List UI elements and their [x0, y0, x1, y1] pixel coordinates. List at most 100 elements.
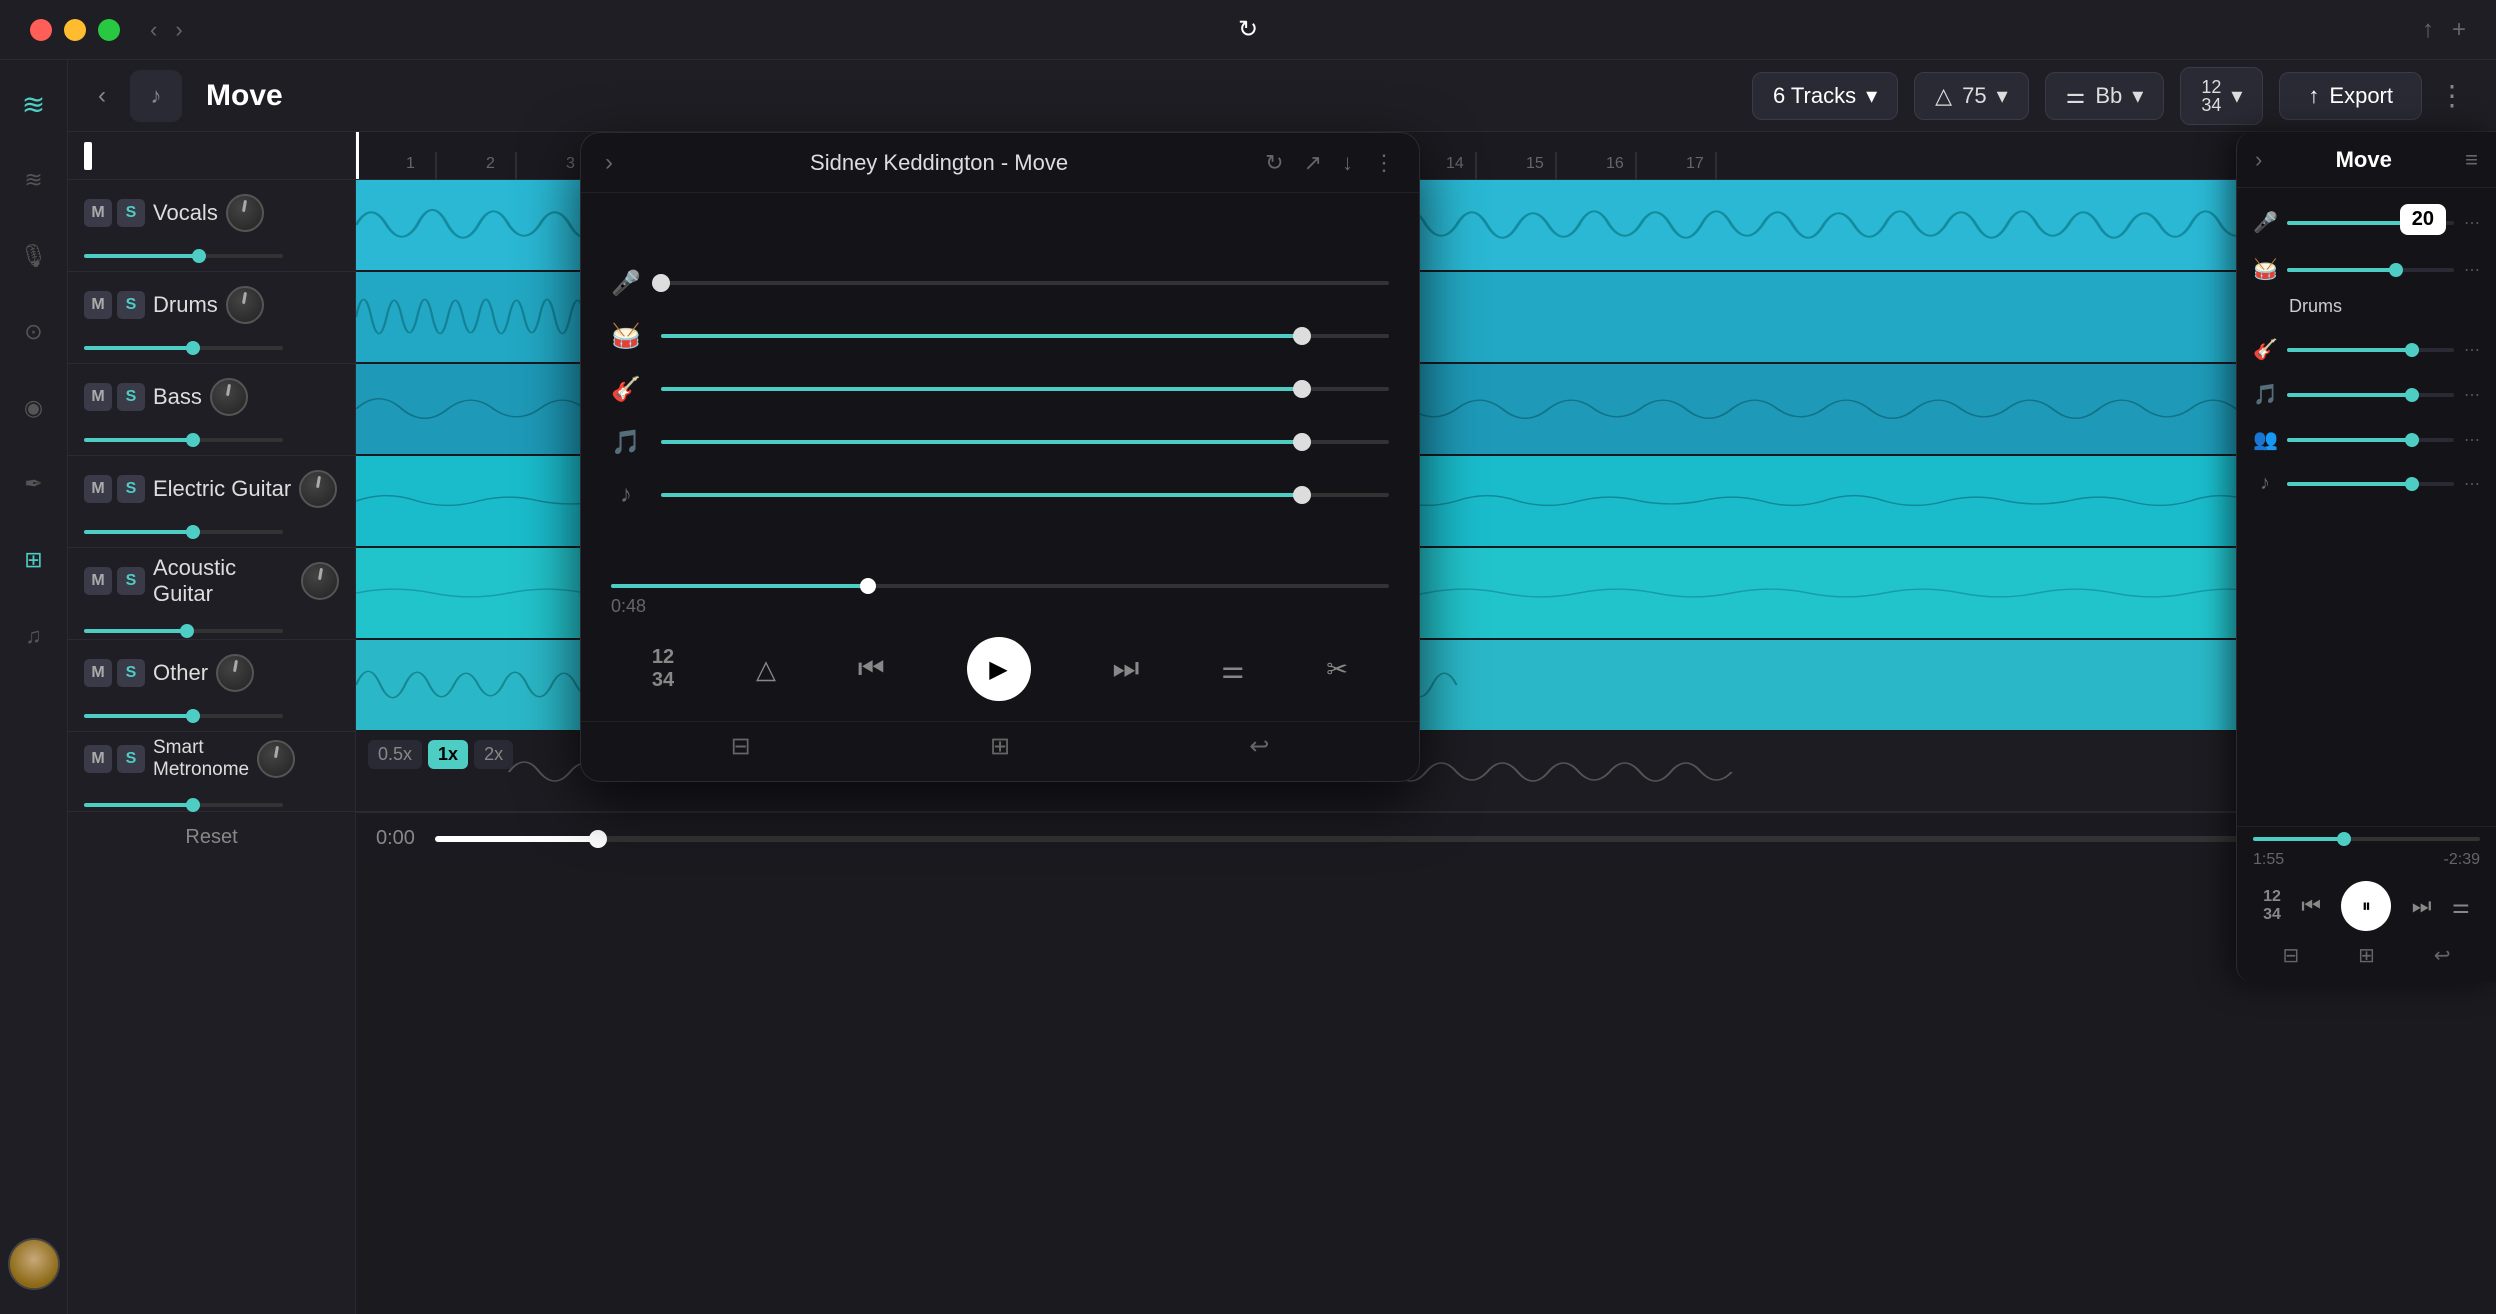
- modal-header: › Sidney Keddington - Move ↻ ↗ ↓ ⋮: [581, 133, 1419, 193]
- vocals-mixer-slider[interactable]: [661, 281, 1389, 285]
- modal-more-icon[interactable]: ⋮: [1373, 150, 1395, 176]
- rp-guitar-slider[interactable]: [2287, 348, 2454, 352]
- solo-button[interactable]: S: [117, 199, 145, 227]
- sidebar-item-notes[interactable]: ♫: [14, 616, 54, 656]
- track-name: SmartMetronome: [153, 737, 249, 781]
- rp-progress-bar[interactable]: [2253, 837, 2480, 841]
- drums-mixer-slider[interactable]: [661, 334, 1389, 338]
- other-mixer-slider[interactable]: [661, 440, 1389, 444]
- modal-scissors-icon[interactable]: ✂: [1326, 654, 1348, 685]
- track-volume-knob[interactable]: [301, 562, 339, 600]
- upload-icon[interactable]: ↑: [2422, 16, 2434, 44]
- rp-rewind-button[interactable]: ⏮: [2301, 893, 2321, 919]
- more-options-button[interactable]: ⋮: [2438, 79, 2466, 112]
- modal-refresh-icon[interactable]: ↻: [1265, 150, 1283, 176]
- modal-share-icon[interactable]: ↗: [1304, 150, 1322, 176]
- mute-button[interactable]: M: [84, 383, 112, 411]
- reload-icon[interactable]: ↻: [1238, 15, 1258, 44]
- rp-crowd-slider[interactable]: [2287, 438, 2454, 442]
- rp-drums-slider[interactable]: [2287, 268, 2454, 272]
- avatar[interactable]: [8, 1238, 60, 1290]
- mute-button[interactable]: M: [84, 291, 112, 319]
- modal-play-button[interactable]: ▶: [967, 637, 1031, 701]
- rp-other-dots[interactable]: ⋯: [2464, 385, 2480, 405]
- track-item: MS Electric Guitar: [68, 456, 355, 548]
- playhead-indicator: [84, 142, 92, 170]
- modal-rewind-button[interactable]: ⏮: [858, 652, 885, 686]
- solo-button[interactable]: S: [117, 745, 145, 773]
- modal-return-icon[interactable]: ↩: [1249, 732, 1269, 761]
- rp-speed-icon[interactable]: 1234: [2263, 888, 2281, 924]
- minimize-btn[interactable]: [64, 19, 86, 41]
- rp-guitar-dots[interactable]: ⋯: [2464, 340, 2480, 360]
- mute-button[interactable]: M: [84, 567, 112, 595]
- rp-drums-dots[interactable]: ⋯: [2464, 260, 2480, 280]
- solo-button[interactable]: S: [117, 475, 145, 503]
- track-volume-knob[interactable]: [299, 470, 337, 508]
- mute-button[interactable]: M: [84, 199, 112, 227]
- track-volume-knob[interactable]: [226, 194, 264, 232]
- modal-eq-icon[interactable]: ⚌: [1221, 654, 1244, 685]
- solo-button[interactable]: S: [117, 291, 145, 319]
- progress-fill: [435, 836, 598, 842]
- app-logo[interactable]: ≋: [14, 84, 54, 124]
- add-icon[interactable]: +: [2452, 16, 2466, 44]
- modal-download-icon[interactable]: ↓: [1342, 150, 1353, 176]
- mute-button[interactable]: M: [84, 659, 112, 687]
- sidebar-item-brush[interactable]: ✒: [14, 464, 54, 504]
- modal-forward-button[interactable]: ⏭: [1112, 652, 1139, 686]
- track-volume-knob[interactable]: [210, 378, 248, 416]
- rp-forward-button[interactable]: ⏭: [2412, 893, 2432, 919]
- track-volume-knob[interactable]: [257, 740, 295, 778]
- solo-button[interactable]: S: [117, 567, 145, 595]
- key-control[interactable]: ⚌ Bb ▾: [2045, 72, 2165, 120]
- sidebar-item-mic[interactable]: 🎙: [14, 236, 54, 276]
- progress-bar[interactable]: [435, 836, 2476, 842]
- rp-sub-icon[interactable]: ⊟: [2282, 943, 2299, 968]
- rp-other-slider[interactable]: [2287, 393, 2454, 397]
- export-button[interactable]: ↑ Export: [2279, 72, 2422, 120]
- rp-chevron-icon[interactable]: ›: [2255, 147, 2262, 173]
- rp-music-slider[interactable]: [2287, 482, 2454, 486]
- solo-button[interactable]: S: [117, 659, 145, 687]
- back-button[interactable]: ‹: [98, 82, 106, 110]
- rp-menu-icon[interactable]: ≡: [2465, 147, 2478, 173]
- solo-button[interactable]: S: [117, 383, 145, 411]
- music-mixer-slider[interactable]: [661, 493, 1389, 497]
- modal-collapse-icon[interactable]: ›: [605, 149, 613, 177]
- rp-vocals-dots[interactable]: ⋯: [2464, 213, 2480, 233]
- modal-time-sig-icon[interactable]: 1234: [652, 646, 674, 692]
- sidebar-item-ear[interactable]: ◉: [14, 388, 54, 428]
- rp-grid-icon[interactable]: ⊞: [2358, 943, 2375, 968]
- close-btn[interactable]: [30, 19, 52, 41]
- rp-progress-thumb[interactable]: [2337, 832, 2351, 846]
- mute-button[interactable]: M: [84, 475, 112, 503]
- guitar-mixer-slider[interactable]: [661, 387, 1389, 391]
- track-volume-knob[interactable]: [216, 654, 254, 692]
- tempo-control[interactable]: △ 75 ▾: [1914, 72, 2028, 120]
- modal-metronome-icon[interactable]: △: [756, 654, 776, 685]
- maximize-btn[interactable]: [98, 19, 120, 41]
- rp-eq-icon[interactable]: ⚌: [2452, 894, 2470, 919]
- time-sig-control[interactable]: 12 34 ▾: [2180, 67, 2263, 125]
- nav-back[interactable]: ‹: [150, 17, 157, 43]
- sidebar-item-layers[interactable]: ≋: [14, 160, 54, 200]
- mute-button[interactable]: M: [84, 745, 112, 773]
- nav-forward[interactable]: ›: [175, 17, 182, 43]
- modal-grid-icon[interactable]: ⊞: [990, 732, 1010, 761]
- rp-crowd-dots[interactable]: ⋯: [2464, 430, 2480, 450]
- reset-button[interactable]: Reset: [68, 812, 355, 863]
- modal-progress-thumb[interactable]: [860, 578, 876, 594]
- modal-progress-bar[interactable]: [611, 584, 1389, 588]
- modal-subtitles-icon[interactable]: ⊟: [731, 732, 751, 761]
- sidebar-item-grid[interactable]: ⊞: [14, 540, 54, 580]
- sidebar-item-save[interactable]: ⊙: [14, 312, 54, 352]
- rp-stem-row-guitar: 🎸 ⋯: [2237, 327, 2496, 372]
- drums-mixer-icon: 🥁: [611, 322, 641, 351]
- rp-return-icon[interactable]: ↩: [2434, 943, 2451, 968]
- track-volume-knob[interactable]: [226, 286, 264, 324]
- rp-pause-button[interactable]: ⏸: [2341, 881, 2391, 931]
- tracks-selector[interactable]: 6 Tracks ▾: [1752, 72, 1898, 120]
- progress-thumb[interactable]: [589, 830, 607, 848]
- rp-music-dots[interactable]: ⋯: [2464, 474, 2480, 494]
